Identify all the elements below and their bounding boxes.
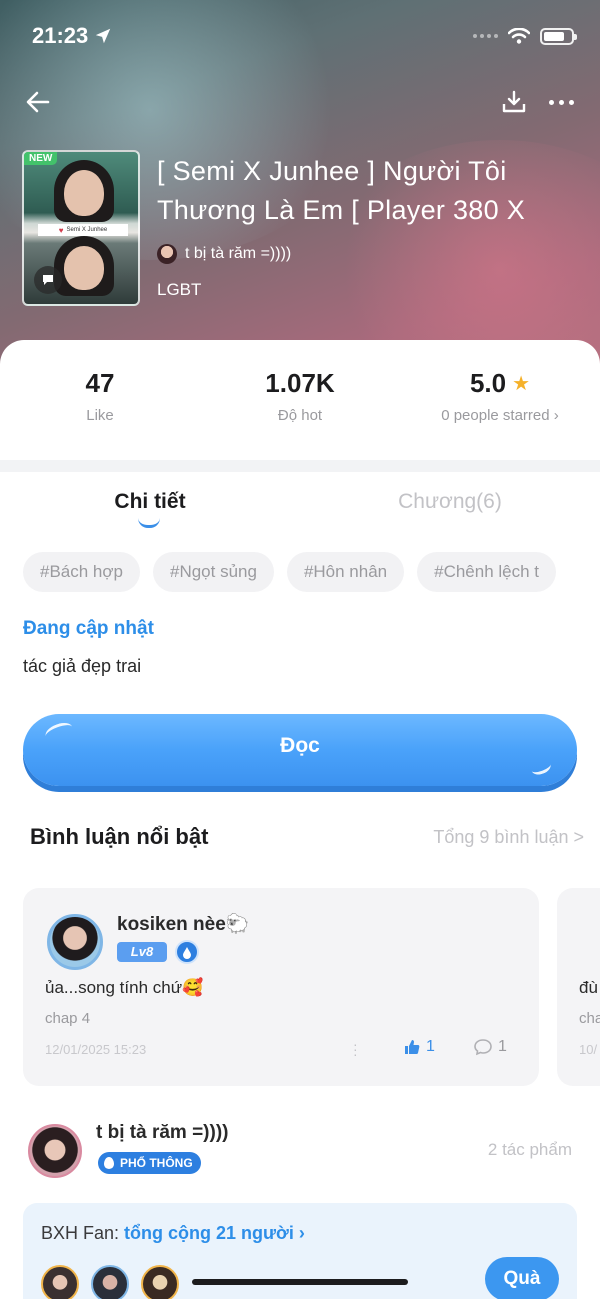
- more-options-icon[interactable]: [547, 94, 576, 111]
- battery-icon: [540, 27, 577, 45]
- tag-chip[interactable]: #Hôn nhân: [286, 552, 405, 592]
- tab-chapters[interactable]: Chương(6): [300, 472, 600, 538]
- stat-hot: 1.07K Độ hot: [265, 368, 335, 424]
- fan-avatar[interactable]: [141, 1265, 179, 1299]
- reply-bubble-icon: [474, 1039, 492, 1056]
- drop-badge-icon: [175, 940, 199, 964]
- tag-chip[interactable]: #Ngọt sủng: [152, 552, 274, 592]
- fan-avatar[interactable]: [41, 1265, 79, 1299]
- chat-bubble-icon: [34, 266, 62, 294]
- like-count: 1: [426, 1038, 435, 1055]
- comment-date: 12/01/2025 15:23: [45, 1042, 147, 1057]
- back-arrow-icon[interactable]: [24, 88, 52, 116]
- vertical-dots-icon[interactable]: · · ·: [353, 1037, 358, 1061]
- signal-icon: [473, 34, 498, 38]
- new-badge: NEW: [24, 152, 58, 165]
- comment-text: đù: [579, 978, 598, 997]
- genre-label: LGBT: [157, 280, 202, 299]
- comment-card-peek[interactable]: đù cha 10/: [557, 888, 600, 1086]
- book-title: [ Semi X Junhee ] Người Tôi Thương Là Em…: [157, 156, 526, 225]
- author-section[interactable]: t bị tà răm =)))) PHỔ THÔNG 2 tác phẩm: [0, 1112, 600, 1192]
- comment-chapter: cha: [579, 1010, 600, 1027]
- comments-header: Bình luận nổi bật Tổng 9 bình luận >: [30, 824, 584, 850]
- comments-title: Bình luận nổi bật: [30, 824, 209, 849]
- author-avatar: [157, 244, 177, 264]
- update-status: Đang cập nhật: [23, 618, 154, 639]
- comment-card[interactable]: kosiken nèe🐑 Lv8 ủa...song tính chứ🥰 cha…: [23, 888, 539, 1086]
- tag-list: #Bách hợp #Ngọt sủng #Hôn nhân #Chênh lệ…: [23, 552, 600, 592]
- cover-caption: Semi X Junhee: [66, 227, 108, 233]
- reply-count: 1: [498, 1038, 507, 1055]
- comment-date: 10/: [579, 1042, 598, 1057]
- fan-avatars: [41, 1265, 179, 1299]
- gift-button[interactable]: Quà: [485, 1257, 559, 1299]
- stats-panel: 47 Like 1.07K Độ hot 5.0 ★ 0 people starr…: [0, 340, 600, 460]
- thumbs-up-icon: [405, 1040, 420, 1054]
- detail-panel: Chi tiết Chương(6) #Bách hợp #Ngọt sủng …: [0, 472, 600, 1299]
- book-cover[interactable]: NEW ♥ Semi X Junhee: [22, 150, 140, 306]
- author-name: t bị tà răm =)))): [185, 245, 292, 262]
- wifi-icon: [508, 28, 530, 44]
- comment-chapter: chap 4: [45, 1010, 91, 1027]
- stat-like: 47 Like: [85, 368, 115, 424]
- level-badge: Lv8: [117, 942, 167, 962]
- reply-button[interactable]: 1: [473, 1038, 507, 1056]
- read-button[interactable]: Đọc: [23, 714, 577, 786]
- rank-badge: PHỔ THÔNG: [98, 1152, 201, 1174]
- download-icon[interactable]: [501, 89, 527, 115]
- location-arrow-icon: [96, 28, 111, 44]
- status-bar: 21:23: [32, 20, 577, 52]
- top-navigation: [24, 82, 576, 122]
- author-row[interactable]: t bị tà răm =)))): [157, 244, 291, 264]
- fan-avatar[interactable]: [91, 1265, 129, 1299]
- heart-icon: ♥: [58, 225, 64, 235]
- tag-chip[interactable]: #Chênh lệch t: [417, 552, 557, 592]
- status-time: 21:23: [32, 23, 89, 48]
- commenter-name: kosiken nèe🐑: [117, 914, 250, 935]
- fan-ranking-label[interactable]: BXH Fan: tổng cộng 21 người ›: [41, 1223, 305, 1244]
- commenter-avatar[interactable]: [47, 914, 103, 970]
- tab-details[interactable]: Chi tiết: [0, 472, 300, 538]
- all-comments-link[interactable]: Tổng 9 bình luận >: [433, 827, 584, 848]
- author-profile-avatar[interactable]: [28, 1124, 82, 1178]
- author-works-link[interactable]: 2 tác phẩm: [488, 1140, 572, 1160]
- like-button[interactable]: 1: [403, 1038, 435, 1056]
- tag-chip[interactable]: #Bách hợp: [23, 552, 140, 592]
- tab-bar: Chi tiết Chương(6): [0, 472, 600, 538]
- author-profile-name: t bị tà răm =)))): [96, 1122, 229, 1143]
- fan-count: tổng cộng 21 người ›: [124, 1223, 305, 1243]
- home-indicator: [192, 1279, 408, 1285]
- comment-text: ủa...song tính chứ🥰: [45, 978, 204, 997]
- stat-rating[interactable]: 5.0 ★ 0 people starred ›: [400, 368, 600, 424]
- star-icon: ★: [512, 373, 531, 395]
- book-description: tác giả đẹp trai: [23, 656, 142, 676]
